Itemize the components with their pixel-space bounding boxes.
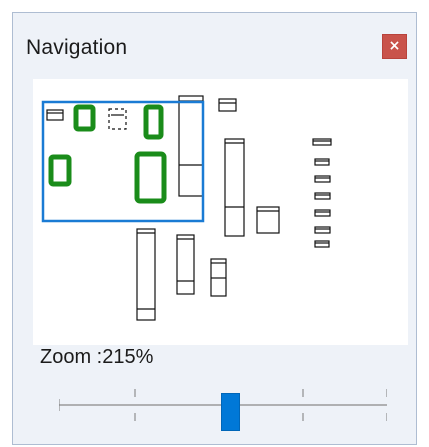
- component-square: [256, 206, 280, 234]
- title-bar: Navigation ×: [13, 13, 416, 71]
- component-col-2: [314, 158, 330, 166]
- highlight-component-1: [73, 104, 96, 132]
- component-tall-4: [176, 234, 195, 295]
- panel-title: Navigation: [26, 36, 128, 59]
- zoom-slider[interactable]: [59, 381, 387, 433]
- overview-drawing: [41, 95, 332, 321]
- component-tall-3: [136, 228, 156, 321]
- component-mid: [210, 258, 227, 297]
- component-col-5: [314, 209, 331, 217]
- highlight-component-2: [143, 104, 164, 140]
- zoom-label: Zoom :215%: [40, 346, 154, 368]
- highlight-component-3: [48, 154, 72, 187]
- component-col-3: [314, 175, 331, 183]
- component-dashed: [108, 108, 127, 130]
- close-icon: ×: [388, 38, 401, 54]
- layout-overview[interactable]: [33, 79, 408, 345]
- component-col-4: [314, 192, 331, 200]
- close-button[interactable]: ×: [382, 34, 407, 59]
- navigation-panel: Navigation × Zoom:215%: [12, 12, 417, 445]
- component-col-7: [314, 240, 330, 248]
- component-top-right: [218, 98, 237, 112]
- component-col-6: [314, 226, 331, 234]
- slider-thumb[interactable]: [221, 393, 240, 431]
- component-tall-2: [224, 138, 245, 237]
- highlight-component-4: [134, 151, 167, 204]
- component-small-1: [46, 109, 64, 121]
- component-col-1: [312, 138, 332, 146]
- component-tall-1: [178, 95, 204, 197]
